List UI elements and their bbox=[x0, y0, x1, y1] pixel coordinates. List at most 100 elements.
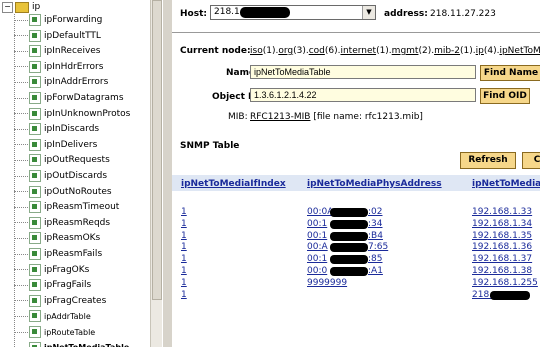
tree-item-label: ipOutDiscards bbox=[44, 171, 108, 181]
tree-connector bbox=[14, 19, 28, 21]
path-link[interactable]: mgmt bbox=[392, 46, 419, 56]
column-header[interactable]: ipNetToMediaPhysAddress bbox=[307, 179, 442, 189]
path-suffix: (1). bbox=[262, 46, 279, 56]
phys-address-end: :A1 bbox=[368, 266, 383, 276]
tree-item[interactable]: ipOutDiscards bbox=[14, 168, 107, 184]
path-link[interactable]: iso bbox=[250, 46, 263, 56]
path-link[interactable]: internet bbox=[340, 46, 376, 56]
phys-address-end: :34 bbox=[368, 218, 383, 229]
tree-connector bbox=[14, 66, 28, 68]
find-name-button[interactable]: Find Name bbox=[480, 65, 540, 81]
index-cell[interactable]: 1 bbox=[181, 231, 187, 241]
table-row: 1 9999999 192.168.1.255 bbox=[172, 278, 540, 289]
phys-address-cell[interactable]: 00:1 bbox=[307, 219, 327, 229]
c-button[interactable]: C bbox=[522, 152, 540, 169]
tree-connector bbox=[14, 331, 28, 333]
phys-address-cell[interactable]: 00:1 bbox=[307, 231, 327, 241]
path-link[interactable]: org bbox=[278, 46, 293, 56]
refresh-button[interactable]: Refresh bbox=[460, 152, 516, 169]
column-header[interactable]: ipNetToMediaIfIndex bbox=[181, 179, 286, 189]
leaf-node-icon bbox=[29, 294, 41, 307]
tree-connector bbox=[14, 222, 28, 224]
tree-item[interactable]: ipReasmFails bbox=[14, 246, 102, 262]
redaction-mark bbox=[490, 290, 530, 300]
tree-connector bbox=[14, 253, 28, 255]
tree-item[interactable]: ipOutNoRoutes bbox=[14, 184, 112, 200]
leaf-node-icon bbox=[29, 138, 41, 151]
net-address-cell[interactable]: 192.168.1.33 bbox=[472, 207, 532, 217]
tree-item[interactable]: ipOutRequests bbox=[14, 152, 110, 168]
tree-item[interactable]: ipNetToMediaTable bbox=[14, 340, 129, 347]
tree-item[interactable]: ipRouteTable bbox=[14, 324, 95, 340]
tree-item-label: ipFragCreates bbox=[44, 295, 107, 306]
scrollbar-thumb[interactable] bbox=[152, 0, 162, 300]
path-suffix: (4). bbox=[483, 46, 500, 56]
address-value: 218.11.27.223 bbox=[430, 9, 496, 19]
table-row: 1 00:0A:02 192.168.1.33 bbox=[172, 207, 540, 218]
tree-item[interactable]: ipForwarding bbox=[14, 12, 102, 28]
tree-item[interactable]: ipInHdrErrors bbox=[14, 59, 103, 75]
tree-item[interactable]: ipReasmOKs bbox=[14, 230, 100, 246]
index-cell[interactable]: 1 bbox=[181, 219, 187, 229]
tree-connector bbox=[14, 237, 28, 239]
tree-item[interactable]: ipDefaultTTL bbox=[14, 28, 101, 44]
host-select[interactable]: 218.1 ▼ bbox=[210, 5, 376, 20]
index-cell[interactable]: 1 bbox=[181, 207, 187, 217]
tree-item[interactable]: ipAddrTable bbox=[14, 308, 91, 324]
tree-item-label: ipInHdrErrors bbox=[44, 61, 104, 72]
leaf-node-icon bbox=[29, 107, 41, 120]
mib-info: RFC1213-MIB [file name: rfc1213.mib] bbox=[250, 112, 423, 122]
path-link[interactable]: ip bbox=[476, 46, 484, 56]
tree-item[interactable]: ipFragCreates bbox=[14, 293, 106, 309]
folder-icon bbox=[15, 1, 29, 13]
path-suffix: (1). bbox=[376, 46, 392, 56]
table-row: 1 00:1:B4 192.168.1.35 bbox=[172, 231, 540, 242]
tree-item[interactable]: ipForwDatagrams bbox=[14, 90, 124, 106]
tree-connector bbox=[14, 128, 28, 130]
collapse-icon[interactable]: − bbox=[2, 1, 13, 13]
phys-address-cell[interactable]: 00:1 bbox=[307, 254, 327, 264]
tree-item[interactable]: ipInAddrErrors bbox=[14, 74, 108, 90]
current-node-path: iso(1).org(3).cod(6).internet(1).mgmt(2)… bbox=[250, 46, 540, 56]
tree-item-label: ipOutNoRoutes bbox=[44, 186, 112, 197]
phys-address-cell[interactable]: 9999999 bbox=[307, 278, 347, 288]
index-cell[interactable]: 1 bbox=[181, 290, 187, 300]
tree-connector bbox=[14, 159, 28, 161]
tree-item[interactable]: ipInReceives bbox=[14, 43, 101, 59]
index-cell[interactable]: 1 bbox=[181, 278, 187, 288]
tree-item[interactable]: ipInUnknownProtos bbox=[14, 106, 130, 122]
name-field[interactable] bbox=[250, 65, 476, 79]
path-link[interactable]: mib-2 bbox=[434, 46, 460, 56]
column-header[interactable]: ipNetToMediaNetAddress bbox=[472, 179, 540, 189]
find-oid-button[interactable]: Find OID bbox=[480, 88, 530, 104]
net-address-cell[interactable]: 192.168.1.255 bbox=[472, 278, 538, 288]
tree-item[interactable]: ipFragFails bbox=[14, 277, 91, 293]
tree-item[interactable]: ipReasmTimeout bbox=[14, 199, 119, 215]
leaf-node-icon bbox=[29, 185, 41, 198]
tree-connector bbox=[14, 35, 28, 37]
tree-item[interactable]: ipInDiscards bbox=[14, 121, 99, 137]
net-address-cell[interactable]: 192.168.1.38 bbox=[472, 266, 532, 276]
index-cell[interactable]: 1 bbox=[181, 254, 187, 264]
mib-tree: − ip ipForwarding ipDefaultTTL ipInReceive… bbox=[0, 0, 150, 347]
net-address-cell[interactable]: 192.168.1.37 bbox=[472, 254, 532, 264]
net-address-cell[interactable]: 192.168.1.35 bbox=[472, 231, 532, 241]
phys-address-cell[interactable]: 00:A bbox=[307, 242, 328, 252]
index-cell[interactable]: 1 bbox=[181, 266, 187, 276]
current-node-label: Current node: bbox=[180, 46, 251, 56]
net-address-cell[interactable]: 192.168.1.36 bbox=[472, 242, 532, 252]
object-id-field[interactable] bbox=[250, 88, 476, 102]
redaction-mark bbox=[330, 267, 368, 276]
tree-item[interactable]: ipReasmReqds bbox=[14, 215, 110, 231]
tree-item[interactable]: ipFragOKs bbox=[14, 262, 89, 278]
leaf-node-icon bbox=[29, 76, 41, 89]
mib-link[interactable]: RFC1213-MIB bbox=[250, 112, 310, 122]
tree-item[interactable]: ipInDelivers bbox=[14, 137, 97, 153]
redaction-mark bbox=[330, 255, 368, 265]
path-link[interactable]: cod bbox=[309, 46, 325, 56]
phys-address-cell[interactable]: 00:0 bbox=[307, 266, 327, 276]
path-link[interactable]: ipNetToMediaTab bbox=[499, 46, 540, 56]
net-address-cell[interactable]: 192.168.1.34 bbox=[472, 219, 532, 229]
index-cell[interactable]: 1 bbox=[181, 242, 187, 252]
chevron-down-icon[interactable]: ▼ bbox=[362, 6, 375, 19]
